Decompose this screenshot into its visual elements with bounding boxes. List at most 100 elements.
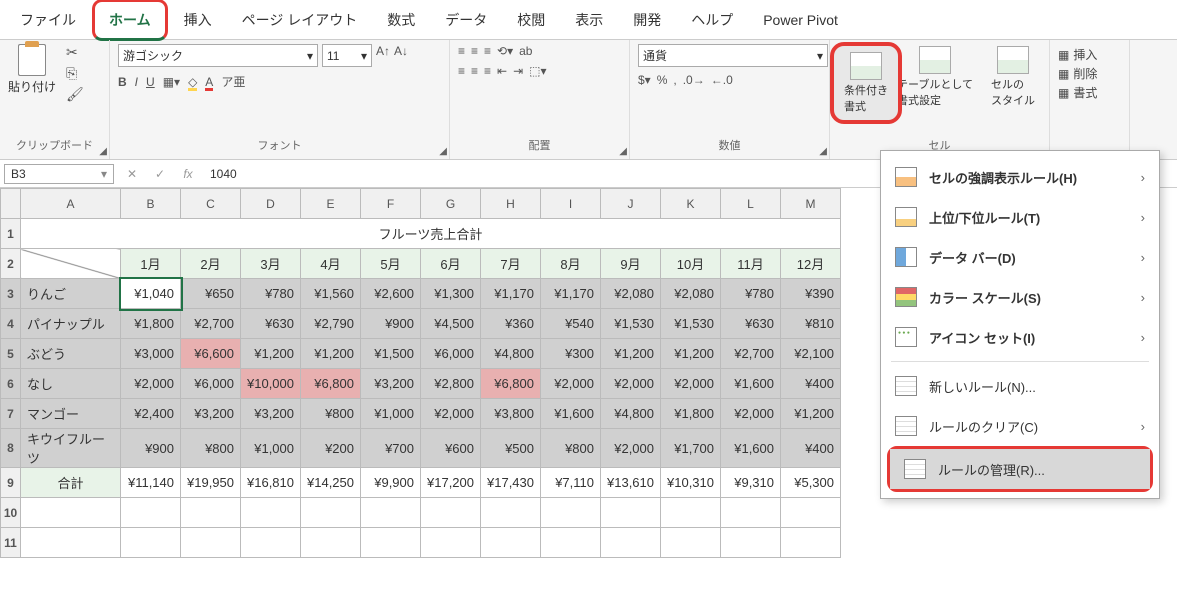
cell-styles-button[interactable]: セルの スタイル xyxy=(985,44,1041,110)
data-cell[interactable]: ¥2,400 xyxy=(121,399,181,429)
orientation-icon[interactable]: ⟲▾ xyxy=(497,44,513,58)
data-cell[interactable]: ¥1,000 xyxy=(361,399,421,429)
empty-cell[interactable] xyxy=(21,498,121,528)
row-header[interactable]: 3 xyxy=(1,279,21,309)
data-cell[interactable]: ¥2,800 xyxy=(421,369,481,399)
data-cell[interactable]: ¥1,800 xyxy=(121,309,181,339)
data-cell[interactable]: ¥540 xyxy=(541,309,601,339)
data-cell[interactable]: ¥2,000 xyxy=(601,369,661,399)
data-cell[interactable]: ¥1,170 xyxy=(541,279,601,309)
data-cell[interactable]: ¥3,800 xyxy=(481,399,541,429)
data-cell[interactable]: ¥700 xyxy=(361,429,421,468)
format-as-table-button[interactable]: テーブルとして 書式設定 xyxy=(891,44,979,110)
data-cell[interactable]: ¥6,800 xyxy=(481,369,541,399)
wrap-text-button[interactable]: ab xyxy=(519,44,532,58)
empty-cell[interactable] xyxy=(721,528,781,558)
empty-cell[interactable] xyxy=(21,528,121,558)
data-cell[interactable]: ¥6,800 xyxy=(301,369,361,399)
data-cell[interactable]: ¥2,000 xyxy=(421,399,481,429)
column-header[interactable]: J xyxy=(601,189,661,219)
column-header[interactable]: K xyxy=(661,189,721,219)
increase-indent-icon[interactable]: ⇥ xyxy=(513,64,523,78)
data-cell[interactable]: ¥1,300 xyxy=(421,279,481,309)
data-cell[interactable]: ¥3,200 xyxy=(181,399,241,429)
empty-cell[interactable] xyxy=(241,498,301,528)
delete-cells-button[interactable]: ▦ 削除 xyxy=(1058,65,1121,82)
data-cell[interactable]: ¥2,080 xyxy=(661,279,721,309)
grid[interactable]: ABCDEFGHIJKLM1フルーツ売上合計21月2月3月4月5月6月7月8月9… xyxy=(0,188,841,558)
column-header[interactable]: I xyxy=(541,189,601,219)
data-cell[interactable]: ¥1,800 xyxy=(661,399,721,429)
column-header[interactable]: E xyxy=(301,189,361,219)
menu-item[interactable]: セルの強調表示ルール(H)› xyxy=(881,157,1159,197)
data-cell[interactable]: ¥1,600 xyxy=(721,429,781,468)
data-cell[interactable]: ¥780 xyxy=(721,279,781,309)
column-header[interactable]: A xyxy=(21,189,121,219)
font-color-button[interactable]: A xyxy=(205,75,213,89)
percent-format-icon[interactable]: % xyxy=(657,73,668,87)
data-cell[interactable]: ¥2,080 xyxy=(601,279,661,309)
align-center-icon[interactable]: ≡ xyxy=(471,64,478,78)
dialog-launcher-icon[interactable]: ◢ xyxy=(99,146,107,157)
data-cell[interactable]: ¥400 xyxy=(781,369,841,399)
column-header[interactable]: L xyxy=(721,189,781,219)
data-cell[interactable]: ¥1,200 xyxy=(301,339,361,369)
row-header[interactable]: 9 xyxy=(1,468,21,498)
decrease-font-icon[interactable]: A↓ xyxy=(394,44,408,67)
data-cell[interactable]: ¥2,600 xyxy=(361,279,421,309)
data-cell[interactable]: ¥1,500 xyxy=(361,339,421,369)
empty-cell[interactable] xyxy=(421,498,481,528)
insert-cells-button[interactable]: ▦ 挿入 xyxy=(1058,46,1121,63)
border-button[interactable]: ▦▾ xyxy=(163,75,180,89)
tab-ヘルプ[interactable]: ヘルプ xyxy=(677,2,747,38)
empty-cell[interactable] xyxy=(541,498,601,528)
column-header[interactable]: H xyxy=(481,189,541,219)
data-cell[interactable]: ¥390 xyxy=(781,279,841,309)
tab-校閲[interactable]: 校閲 xyxy=(503,2,559,38)
row-header[interactable]: 11 xyxy=(1,528,21,558)
dialog-launcher-icon[interactable]: ◢ xyxy=(619,146,627,157)
data-cell[interactable]: ¥3,000 xyxy=(121,339,181,369)
empty-cell[interactable] xyxy=(721,498,781,528)
bold-button[interactable]: B xyxy=(118,75,127,89)
select-all-corner[interactable] xyxy=(1,189,21,219)
phonetic-button[interactable]: ア亜 xyxy=(221,73,245,90)
data-cell[interactable]: ¥2,000 xyxy=(661,369,721,399)
empty-cell[interactable] xyxy=(421,528,481,558)
data-cell[interactable]: ¥2,000 xyxy=(541,369,601,399)
accounting-format-icon[interactable]: $▾ xyxy=(638,73,651,87)
font-name-select[interactable]: 游ゴシック▾ xyxy=(118,44,318,67)
data-cell[interactable]: ¥1,200 xyxy=(781,399,841,429)
data-cell[interactable]: ¥300 xyxy=(541,339,601,369)
empty-cell[interactable] xyxy=(661,528,721,558)
data-cell[interactable]: ¥3,200 xyxy=(361,369,421,399)
empty-cell[interactable] xyxy=(301,528,361,558)
empty-cell[interactable] xyxy=(241,528,301,558)
menu-item[interactable]: カラー スケール(S)› xyxy=(881,277,1159,317)
data-cell[interactable]: ¥600 xyxy=(421,429,481,468)
data-cell[interactable]: ¥2,790 xyxy=(301,309,361,339)
tab-ページ レイアウト[interactable]: ページ レイアウト xyxy=(228,2,372,38)
font-size-select[interactable]: 11▾ xyxy=(322,44,372,67)
fill-color-button[interactable]: ◇ xyxy=(188,75,197,89)
row-header[interactable]: 2 xyxy=(1,249,21,279)
data-cell[interactable]: ¥1,530 xyxy=(661,309,721,339)
empty-cell[interactable] xyxy=(601,528,661,558)
column-header[interactable]: B xyxy=(121,189,181,219)
italic-button[interactable]: I xyxy=(135,75,138,89)
align-bottom-icon[interactable]: ≡ xyxy=(484,44,491,58)
tab-数式[interactable]: 数式 xyxy=(373,2,429,38)
data-cell[interactable]: ¥1,700 xyxy=(661,429,721,468)
row-header[interactable]: 8 xyxy=(1,429,21,468)
empty-cell[interactable] xyxy=(121,528,181,558)
column-header[interactable]: M xyxy=(781,189,841,219)
align-middle-icon[interactable]: ≡ xyxy=(471,44,478,58)
conditional-formatting-button[interactable]: 条件付き 書式 xyxy=(838,50,894,116)
row-header[interactable]: 5 xyxy=(1,339,21,369)
data-cell[interactable]: ¥6,000 xyxy=(421,339,481,369)
data-cell[interactable]: ¥900 xyxy=(121,429,181,468)
comma-format-icon[interactable]: , xyxy=(673,73,676,87)
name-box[interactable]: B3▾ xyxy=(4,164,114,184)
dialog-launcher-icon[interactable]: ◢ xyxy=(819,146,827,157)
format-painter-icon[interactable]: 🖌 xyxy=(66,86,84,103)
